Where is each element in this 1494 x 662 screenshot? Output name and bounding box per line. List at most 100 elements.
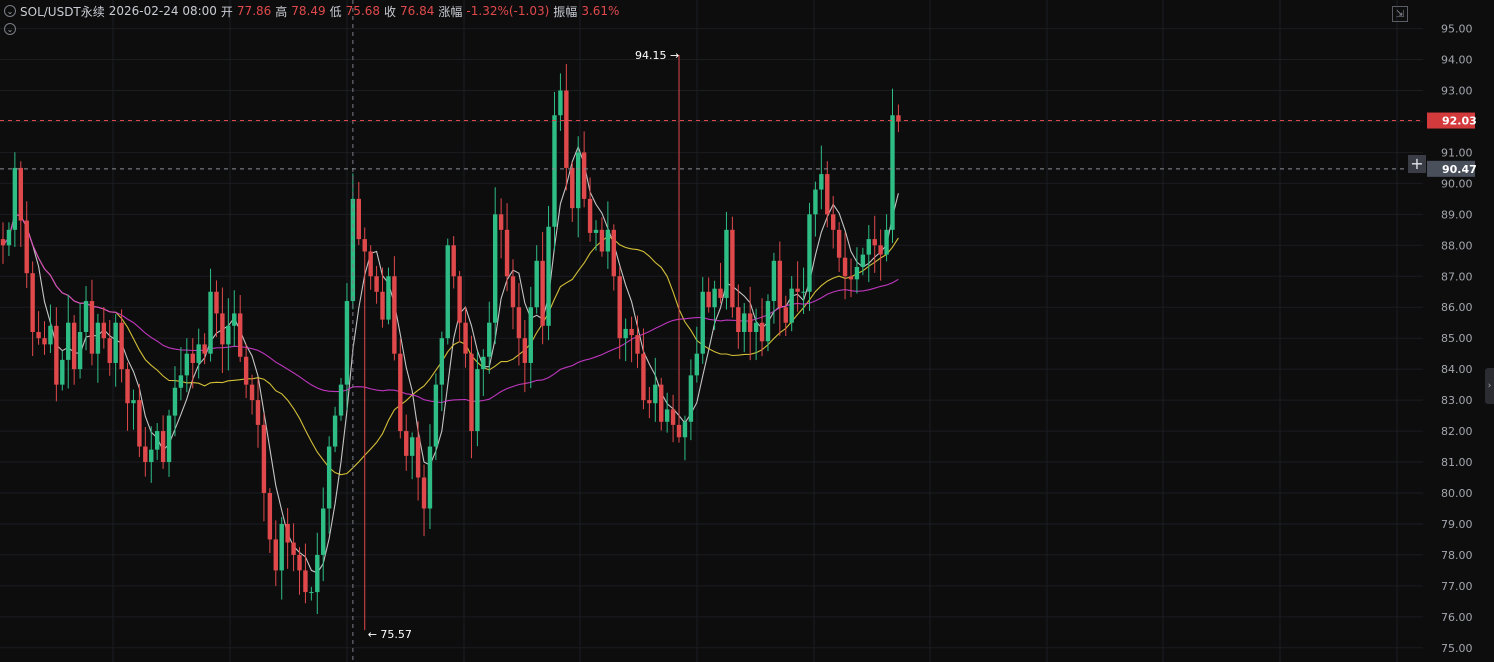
- candle-body: [95, 322, 101, 354]
- candle-body: [593, 229, 599, 233]
- fullscreen-icon[interactable]: ⇲: [1392, 6, 1408, 22]
- candle-body: [641, 353, 646, 401]
- chevron-down-icon[interactable]: ⌄: [4, 5, 16, 17]
- candle-body: [30, 273, 35, 332]
- candle-body: [487, 322, 492, 357]
- candle-body: [481, 356, 486, 370]
- candle-body: [71, 322, 77, 370]
- candle-body: [107, 338, 112, 363]
- candle-body: [398, 353, 403, 432]
- symbol-label[interactable]: SOL/USDT永续: [20, 3, 105, 20]
- y-tick-label: 78.00: [1441, 549, 1473, 562]
- close-label: 收: [384, 4, 397, 19]
- y-tick-label: 77.00: [1441, 580, 1473, 593]
- candle-body: [178, 375, 184, 388]
- candle-body: [819, 174, 824, 190]
- candle-body: [255, 400, 261, 425]
- chevron-down-icon[interactable]: ⌄: [4, 23, 16, 35]
- candle-body: [807, 214, 812, 292]
- candle-body: [160, 431, 166, 463]
- candle-body: [742, 313, 747, 332]
- ma-fast-line: [2, 145, 899, 574]
- candle-body: [623, 328, 628, 339]
- candle-body: [504, 229, 510, 277]
- candle-body: [368, 251, 373, 277]
- y-tick-label: 95.00: [1441, 23, 1473, 36]
- candle-body: [238, 313, 243, 357]
- candle-body: [724, 229, 729, 298]
- change-label: 涨幅: [438, 4, 463, 19]
- candle-body: [42, 338, 47, 345]
- close-value: 76.84: [400, 4, 435, 18]
- candle-body: [261, 424, 267, 493]
- candle-body: [510, 276, 516, 308]
- candle-body: [848, 276, 854, 280]
- candle-body: [736, 307, 741, 332]
- candle-body: [890, 115, 895, 230]
- candle-body: [611, 229, 616, 277]
- candle-body: [813, 189, 818, 215]
- candle-body: [688, 375, 694, 422]
- candle-body: [433, 384, 439, 447]
- candle-body: [421, 477, 427, 509]
- candle-body: [291, 542, 296, 555]
- candle-body: [653, 384, 658, 404]
- candle-body: [36, 332, 41, 339]
- candle-body: [119, 322, 124, 370]
- candle-body: [48, 325, 53, 345]
- candle-body: [712, 288, 717, 308]
- candle-body: [125, 369, 130, 404]
- candle-body: [617, 276, 622, 339]
- candle-body: [356, 198, 361, 240]
- candle-body: [836, 229, 842, 258]
- candle-body: [730, 229, 735, 308]
- candle-body: [765, 301, 771, 342]
- candle-body: [831, 214, 836, 230]
- candle-body: [172, 387, 178, 416]
- candle-body: [694, 353, 700, 376]
- candle-body: [309, 592, 314, 594]
- candle-body: [196, 344, 201, 363]
- low-annotation: ← 75.57: [368, 628, 412, 641]
- candle-body: [362, 239, 367, 252]
- last-price-label: 92.03: [1442, 115, 1477, 128]
- candle-body: [576, 152, 581, 209]
- candle-body: [528, 307, 533, 363]
- side-panel-toggle-icon[interactable]: ›: [1485, 368, 1494, 404]
- candle-body: [878, 245, 883, 255]
- candle-body: [842, 257, 848, 277]
- candle-body: [208, 291, 213, 354]
- add-crosshair-icon[interactable]: +: [1408, 155, 1426, 173]
- candle-body: [249, 384, 255, 401]
- candle-body: [338, 384, 344, 416]
- candle-body: [718, 288, 723, 298]
- candle-body: [415, 437, 421, 478]
- candle-body: [202, 344, 207, 354]
- candle-body: [795, 288, 800, 292]
- grid-lines: [0, 0, 1423, 662]
- candle-body: [220, 313, 225, 345]
- candle-body: [753, 322, 759, 332]
- candle-body: [860, 254, 866, 267]
- price-axis[interactable]: 95.0094.0093.0092.0091.0090.0089.0088.00…: [1427, 23, 1477, 655]
- candle-body: [884, 229, 889, 255]
- candle-body: [392, 276, 397, 354]
- candle-body: [232, 313, 237, 326]
- candle-body: [226, 325, 231, 345]
- candle-body: [540, 260, 545, 326]
- candle-body: [214, 291, 219, 314]
- y-tick-label: 91.00: [1441, 146, 1473, 159]
- y-tick-label: 82.00: [1441, 425, 1473, 438]
- candle-body: [344, 301, 350, 385]
- candle-body: [700, 291, 705, 354]
- candle-body: [137, 400, 142, 447]
- amplitude-value: 3.61%: [581, 4, 620, 18]
- candlestick-chart[interactable]: 94.15 →← 75.57 95.0094.0093.0092.0091.00…: [0, 0, 1494, 662]
- candle-body: [386, 276, 391, 320]
- y-tick-label: 94.00: [1441, 54, 1473, 67]
- candle-body: [54, 325, 59, 385]
- crosshair-price-label: 90.47: [1442, 163, 1477, 176]
- candle-body: [285, 523, 290, 543]
- y-tick-label: 84.00: [1441, 363, 1473, 376]
- candle-body: [581, 152, 587, 199]
